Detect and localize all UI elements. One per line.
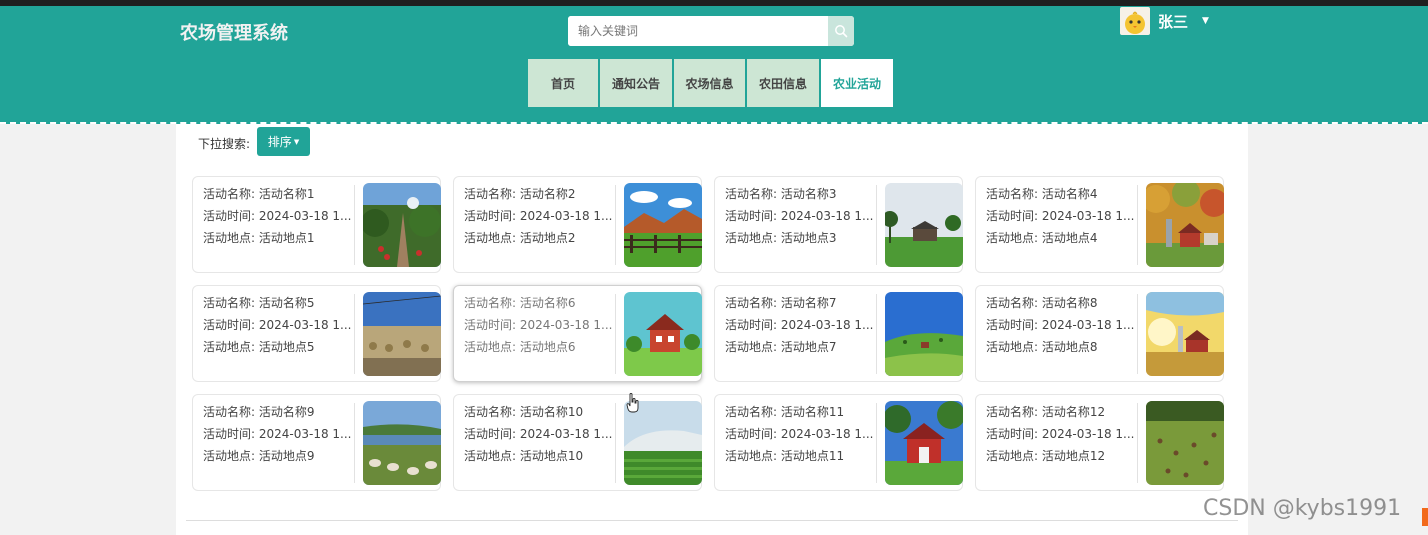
activity-name: 活动名称: 活动名称9	[203, 405, 315, 419]
side-tab[interactable]	[1422, 508, 1428, 526]
red-barn-photo[interactable]	[885, 401, 963, 485]
content-divider	[186, 520, 1238, 521]
hay-field-photo[interactable]	[363, 292, 441, 376]
activity-time: 活动时间: 2024-03-18 1...	[464, 209, 613, 223]
activity-time: 活动时间: 2024-03-18 1...	[464, 427, 613, 441]
activity-location: 活动地点: 活动地点2	[464, 231, 576, 245]
activity-name: 活动名称: 活动名称6	[464, 296, 576, 310]
card-divider	[1137, 185, 1138, 265]
green-hills-photo[interactable]	[885, 292, 963, 376]
card-divider	[876, 403, 877, 483]
activity-card[interactable]: 活动名称: 活动名称7 活动时间: 2024-03-18 1... 活动地点: …	[714, 285, 963, 382]
red-house-photo[interactable]	[624, 292, 702, 376]
activity-time: 活动时间: 2024-03-18 1...	[464, 318, 613, 332]
activity-name: 活动名称: 活动名称8	[986, 296, 1098, 310]
activity-card[interactable]: 活动名称: 活动名称6 活动时间: 2024-03-18 1... 活动地点: …	[453, 285, 702, 382]
avatar	[1120, 7, 1150, 35]
activity-time: 活动时间: 2024-03-18 1...	[725, 427, 874, 441]
farm-path-photo[interactable]	[363, 183, 441, 267]
activity-location: 活动地点: 活动地点10	[464, 449, 584, 463]
activity-time: 活动时间: 2024-03-18 1...	[986, 427, 1135, 441]
search-box	[568, 16, 854, 46]
greenhouse-photo[interactable]	[624, 401, 702, 485]
sheep-river-photo[interactable]	[363, 401, 441, 485]
nav-item-notices[interactable]: 通知公告	[600, 59, 672, 107]
activity-location: 活动地点: 活动地点9	[203, 449, 315, 463]
activity-name: 活动名称: 活动名称3	[725, 187, 837, 201]
card-divider	[354, 185, 355, 265]
activity-location: 活动地点: 活动地点8	[986, 340, 1098, 354]
activity-card[interactable]: 活动名称: 活动名称10 活动时间: 2024-03-18 1... 活动地点:…	[453, 394, 702, 491]
activity-location: 活动地点: 活动地点3	[725, 231, 837, 245]
activity-location: 活动地点: 活动地点4	[986, 231, 1098, 245]
filter-label: 下拉搜索:	[198, 137, 251, 151]
autumn-farm-photo[interactable]	[1146, 183, 1224, 267]
activity-card[interactable]: 活动名称: 活动名称8 活动时间: 2024-03-18 1... 活动地点: …	[975, 285, 1224, 382]
activity-location: 活动地点: 活动地点1	[203, 231, 315, 245]
activity-name: 活动名称: 活动名称5	[203, 296, 315, 310]
activity-name: 活动名称: 活动名称7	[725, 296, 837, 310]
card-divider	[615, 185, 616, 265]
hand-cursor-icon	[626, 393, 639, 413]
chick-avatar-icon	[1125, 11, 1145, 34]
activity-name: 活动名称: 活动名称2	[464, 187, 576, 201]
activity-location: 活动地点: 活动地点5	[203, 340, 315, 354]
main-nav: 首页 通知公告 农场信息 农田信息 农业活动	[528, 59, 895, 107]
card-divider	[354, 294, 355, 374]
content-panel: 下拉搜索: 排序 ▼ 活动名称: 活动名称1 活动时间: 2024-03-18 1…	[176, 124, 1248, 535]
site-title: 农场管理系统	[180, 23, 288, 44]
activity-card[interactable]: 活动名称: 活动名称12 活动时间: 2024-03-18 1... 活动地点:…	[975, 394, 1224, 491]
activity-card[interactable]: 活动名称: 活动名称4 活动时间: 2024-03-18 1... 活动地点: …	[975, 176, 1224, 273]
barn-field-photo[interactable]	[885, 183, 963, 267]
activity-card[interactable]: 活动名称: 活动名称5 活动时间: 2024-03-18 1... 活动地点: …	[192, 285, 441, 382]
user-menu[interactable]: 张三 ▼	[1120, 6, 1209, 36]
activity-card[interactable]: 活动名称: 活动名称11 活动时间: 2024-03-18 1... 活动地点:…	[714, 394, 963, 491]
activity-time: 活动时间: 2024-03-18 1...	[203, 427, 352, 441]
activity-time: 活动时间: 2024-03-18 1...	[203, 209, 352, 223]
activity-name: 活动名称: 活动名称11	[725, 405, 845, 419]
activity-card[interactable]: 活动名称: 活动名称1 活动时间: 2024-03-18 1... 活动地点: …	[192, 176, 441, 273]
activity-time: 活动时间: 2024-03-18 1...	[203, 318, 352, 332]
activity-time: 活动时间: 2024-03-18 1...	[986, 209, 1135, 223]
watermark: CSDN @kybs1991	[1203, 496, 1402, 521]
activity-name: 活动名称: 活动名称4	[986, 187, 1098, 201]
search-input[interactable]	[568, 16, 828, 46]
fence-meadow-photo[interactable]	[624, 183, 702, 267]
card-divider	[876, 185, 877, 265]
card-divider	[876, 294, 877, 374]
sort-label: 排序	[267, 135, 292, 149]
activity-time: 活动时间: 2024-03-18 1...	[986, 318, 1135, 332]
card-divider	[1137, 294, 1138, 374]
site-header: 农场管理系统 张三 ▼ 首页 通知公告 农场信息 农田信息 农业活动	[0, 6, 1428, 124]
search-icon	[835, 25, 848, 38]
activity-time: 活动时间: 2024-03-18 1...	[725, 318, 874, 332]
activity-time: 活动时间: 2024-03-18 1...	[725, 209, 874, 223]
activity-name: 活动名称: 活动名称12	[986, 405, 1106, 419]
sunset-barn-photo[interactable]	[1146, 292, 1224, 376]
card-divider	[354, 403, 355, 483]
nav-item-farm-info[interactable]: 农场信息	[674, 59, 745, 107]
nav-item-farm-activities[interactable]: 农业活动	[821, 59, 893, 107]
card-divider	[615, 294, 616, 374]
nav-item-home[interactable]: 首页	[528, 59, 598, 107]
activity-card[interactable]: 活动名称: 活动名称9 活动时间: 2024-03-18 1... 活动地点: …	[192, 394, 441, 491]
activity-location: 活动地点: 活动地点12	[986, 449, 1106, 463]
sort-dropdown-button[interactable]: 排序 ▼	[257, 127, 310, 156]
username: 张三	[1158, 12, 1189, 31]
caret-down-icon[interactable]: ▼	[1202, 16, 1209, 26]
card-divider	[1137, 403, 1138, 483]
caret-down-icon: ▼	[293, 137, 300, 146]
activity-location: 活动地点: 活动地点6	[464, 340, 576, 354]
card-divider	[615, 403, 616, 483]
search-button[interactable]	[828, 16, 854, 46]
activity-location: 活动地点: 活动地点11	[725, 449, 845, 463]
activity-name: 活动名称: 活动名称1	[203, 187, 315, 201]
activity-card[interactable]: 活动名称: 活动名称2 活动时间: 2024-03-18 1... 活动地点: …	[453, 176, 702, 273]
activity-card[interactable]: 活动名称: 活动名称3 活动时间: 2024-03-18 1... 活动地点: …	[714, 176, 963, 273]
nav-item-field-info[interactable]: 农田信息	[747, 59, 819, 107]
activity-name: 活动名称: 活动名称10	[464, 405, 584, 419]
activity-location: 活动地点: 活动地点7	[725, 340, 837, 354]
chickens-pasture-photo[interactable]	[1146, 401, 1224, 485]
